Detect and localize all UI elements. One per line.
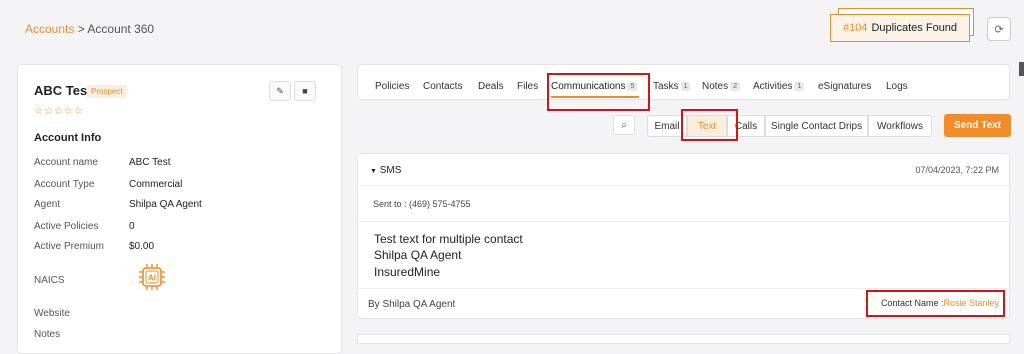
- tab-tasks[interactable]: Tasks 1: [653, 81, 691, 92]
- info-label: Active Premium: [34, 241, 105, 252]
- rating-stars[interactable]: ☆☆☆☆☆: [34, 106, 84, 117]
- tab-files[interactable]: Files: [517, 81, 538, 92]
- refresh-icon: ⟳: [994, 23, 1004, 36]
- sms-message-line: Shilpa QA Agent: [374, 248, 462, 262]
- sms-title: ▼ SMS: [370, 165, 402, 176]
- refresh-button[interactable]: ⟳: [987, 17, 1011, 41]
- annotation-box-communications: [547, 73, 650, 111]
- sms-sender: By Shilpa QA Agent: [368, 299, 456, 310]
- trash-icon: ■: [302, 86, 308, 96]
- info-label: Agent: [34, 199, 61, 210]
- edit-button[interactable]: ✎: [269, 81, 291, 101]
- comm-type-workflows[interactable]: Workflows: [868, 115, 932, 137]
- ai-chip-label: AI: [148, 274, 156, 283]
- annotation-box-contact-name: [866, 290, 1005, 317]
- status-badge: Prospect: [87, 85, 127, 98]
- ai-chip-icon[interactable]: AI: [138, 263, 166, 291]
- info-label: Notes: [34, 329, 61, 340]
- sms-message-line: Test text for multiple contact: [374, 232, 523, 246]
- tab-contacts[interactable]: Contacts: [423, 81, 462, 92]
- duplicates-stack: #104 Duplicates Found: [830, 8, 974, 44]
- tab-esignatures[interactable]: eSignatures: [818, 81, 871, 92]
- tab-deals[interactable]: Deals: [478, 81, 504, 92]
- info-value: 0: [129, 221, 135, 232]
- sms-message-line: InsuredMine: [374, 265, 441, 279]
- tabs-bar: Policies Contacts Deals Files Communicat…: [357, 64, 1010, 100]
- caret-down-icon: ▼: [370, 168, 377, 175]
- annotation-box-text: [681, 109, 738, 141]
- tab-activities[interactable]: Activities 1: [753, 81, 805, 92]
- sms-date: 07/04/2023, 7:22 PM: [915, 165, 999, 175]
- breadcrumb-current: Account 360: [87, 22, 155, 36]
- delete-button[interactable]: ■: [294, 81, 316, 101]
- search-button[interactable]: ⌕: [613, 115, 635, 135]
- duplicates-label: Duplicates Found: [871, 22, 958, 34]
- pencil-icon: ✎: [276, 85, 284, 96]
- tab-badge: 2: [730, 82, 741, 91]
- search-icon: ⌕: [621, 119, 627, 131]
- info-label: NAICS: [34, 275, 65, 286]
- section-title: Account Info: [34, 132, 102, 144]
- sms-header[interactable]: ▼ SMS 07/04/2023, 7:22 PM: [358, 154, 1009, 186]
- info-label: Account name: [34, 157, 98, 168]
- tab-notes[interactable]: Notes 2: [702, 81, 741, 92]
- info-value: $0.00: [129, 241, 155, 252]
- breadcrumb-separator: >: [77, 22, 85, 36]
- tab-badge: 1: [680, 82, 691, 91]
- info-value: Shilpa QA Agent: [129, 199, 202, 210]
- tab-badge: 1: [794, 82, 805, 91]
- info-value: Commercial: [129, 179, 183, 190]
- tab-logs[interactable]: Logs: [886, 81, 908, 92]
- info-label: Account Type: [34, 179, 95, 190]
- comm-type-single-contact-drips[interactable]: Single Contact Drips: [765, 115, 868, 137]
- send-text-button[interactable]: Send Text: [944, 114, 1011, 137]
- scrollbar-handle[interactable]: [1019, 62, 1024, 76]
- info-value: ABC Test: [129, 157, 171, 168]
- account-info-card: ABC Test Prospect ✎ ■ ☆☆☆☆☆ Account Info…: [17, 64, 342, 354]
- breadcrumb: Accounts > Account 360: [25, 22, 154, 36]
- duplicates-count: #104: [842, 22, 868, 34]
- sms-sent-to: Sent to : (469) 575-4755: [373, 199, 471, 209]
- next-card-edge: [357, 334, 1010, 344]
- info-label: Website: [34, 308, 70, 319]
- breadcrumb-accounts-link[interactable]: Accounts: [25, 22, 74, 36]
- divider: [358, 221, 1009, 222]
- tab-policies[interactable]: Policies: [375, 81, 409, 92]
- duplicates-found-button[interactable]: #104 Duplicates Found: [830, 14, 970, 42]
- account-name-heading: ABC Test: [34, 83, 92, 98]
- info-label: Active Policies: [34, 221, 99, 232]
